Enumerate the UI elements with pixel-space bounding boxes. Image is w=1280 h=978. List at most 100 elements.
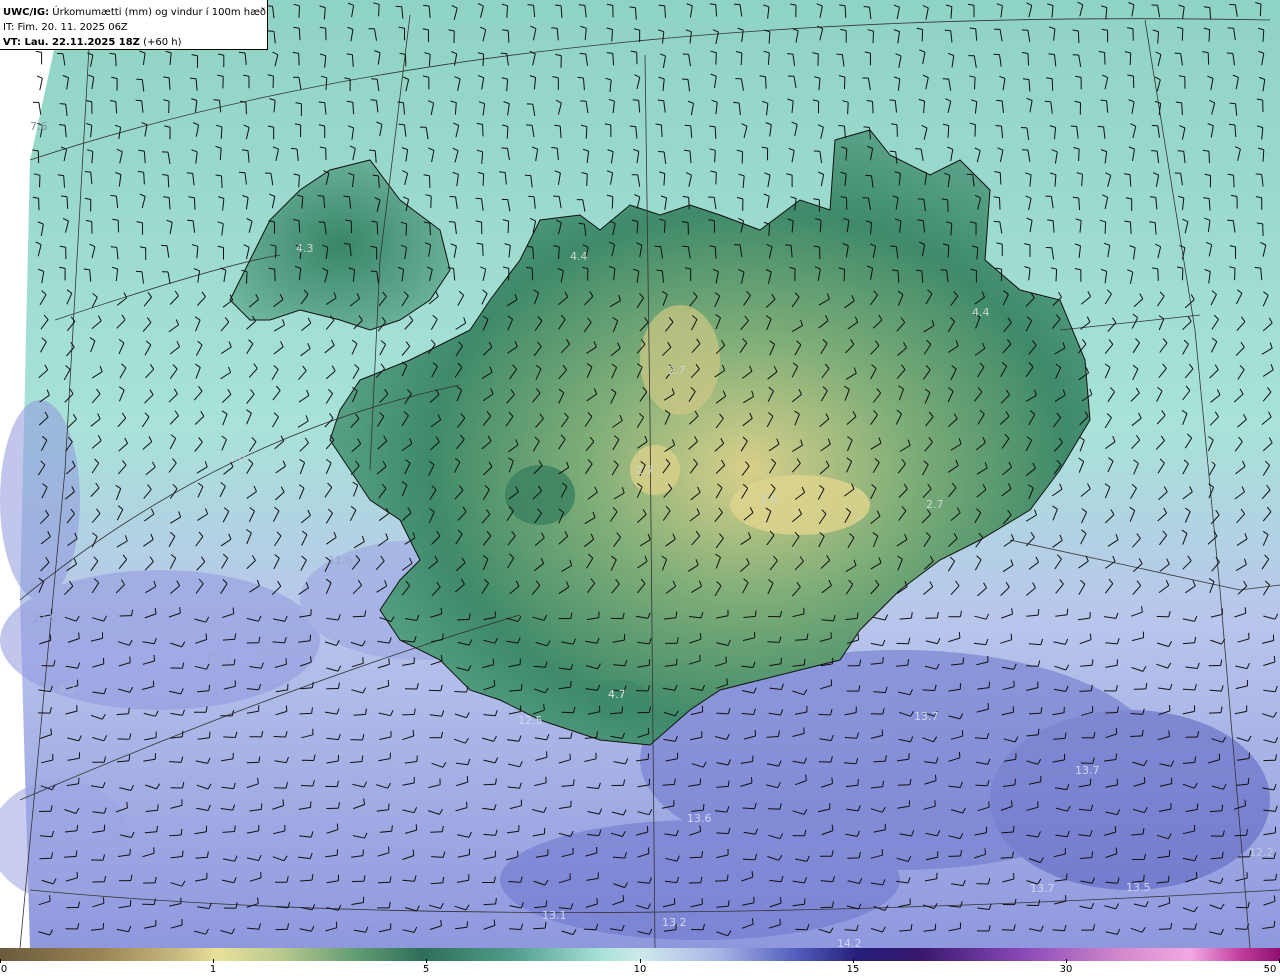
wind-barb-feather	[241, 149, 249, 152]
wind-barb-feather	[804, 898, 806, 905]
wind-barb-feather	[318, 101, 325, 104]
wind-barb-feather	[1255, 173, 1262, 175]
wind-barb-feather	[290, 147, 298, 150]
wind-barb-feather	[890, 245, 897, 247]
wind-barb-feather	[1066, 873, 1068, 880]
wind-barb-feather	[267, 30, 275, 32]
weather-map: 7.6 4.3 4.4 4.4 2.7 2.7 3.0 2.7 5.0 11.6…	[0, 0, 1280, 978]
wind-barb-feather	[369, 149, 376, 152]
wind-barb-shaft	[298, 28, 301, 41]
map-value-label: 13.7	[1030, 882, 1055, 895]
wind-barb-feather	[907, 659, 910, 666]
colorbar-tick-mark	[853, 959, 854, 963]
wind-barb-feather	[911, 612, 913, 619]
wind-barb-feather	[447, 267, 454, 269]
wind-barb-shaft	[507, 30, 510, 43]
wind-barb-feather	[391, 825, 393, 832]
wind-barb-feather	[838, 124, 845, 127]
wind-barb-feather	[156, 825, 158, 832]
wind-barb-feather	[186, 172, 193, 174]
wind-barb-feather	[578, 4, 585, 6]
wind-barb-shaft	[947, 245, 950, 258]
wind-barb-feather	[213, 99, 220, 101]
wind-barb-feather	[1100, 99, 1107, 102]
wind-barb-feather	[787, 53, 794, 55]
wind-barb-shaft	[1233, 175, 1235, 188]
wind-barb-shaft	[193, 197, 196, 210]
wind-barb-feather	[76, 824, 79, 831]
wind-barb-feather	[1254, 266, 1261, 269]
map-value-label: 4.4	[570, 250, 588, 263]
wind-barb-shaft	[1181, 102, 1183, 115]
wind-barb-shaft	[273, 736, 286, 738]
wind-barb-feather	[569, 873, 571, 880]
wind-barb-feather	[343, 243, 350, 245]
wind-barb-feather	[209, 731, 211, 738]
wind-barb-shaft	[1051, 78, 1054, 91]
map-value-label: 2.7	[668, 364, 686, 377]
wind-barb-shaft	[378, 4, 380, 17]
map-value-label: 12.1	[206, 652, 231, 665]
wind-barb-feather	[336, 849, 339, 856]
wind-barb-feather	[1070, 125, 1077, 127]
wind-barb-feather	[1221, 804, 1224, 811]
wind-barb-feather	[78, 632, 80, 639]
wind-barb-shaft	[1130, 735, 1143, 737]
wind-barb-feather	[388, 803, 390, 810]
wind-barb-feather	[569, 753, 571, 760]
map-value-label: 12.5	[32, 612, 57, 625]
wind-barb-feather	[656, 269, 663, 272]
wind-barb-feather	[466, 921, 468, 928]
wind-barb-feather	[76, 871, 78, 878]
wind-barb-feather	[596, 731, 598, 738]
wind-barb-feather	[785, 244, 792, 246]
wind-barb-shaft	[39, 857, 52, 860]
wind-barb-shaft	[143, 172, 145, 185]
wind-barb-feather	[110, 246, 117, 248]
map-value-label: 13.5	[1126, 881, 1151, 894]
wind-barb-shaft	[897, 784, 910, 786]
product-code: UWC/IG:	[3, 7, 50, 18]
valid-time: VT: Lau. 22.11.2025 18Z	[3, 37, 140, 48]
wind-barb-feather	[1218, 753, 1221, 760]
wind-barb-shaft	[765, 76, 767, 89]
wind-barb-feather	[84, 171, 91, 173]
wind-barb-feather	[578, 222, 585, 225]
wind-barb-feather	[699, 654, 701, 661]
map-value-label: 13.1	[542, 909, 567, 922]
wind-barb-shaft	[1208, 151, 1210, 164]
wind-barb-feather	[984, 848, 987, 855]
wind-barb-feather	[889, 150, 896, 153]
wind-barb-feather	[1143, 776, 1146, 783]
wind-barb-feather	[361, 755, 364, 762]
wind-barb-feather	[1244, 799, 1246, 806]
wind-barb-feather	[49, 895, 51, 902]
map-value-label: 3.0	[760, 493, 778, 506]
wind-barb-shaft	[221, 175, 223, 188]
wind-barb-shaft	[1182, 928, 1196, 930]
wind-barb-feather	[493, 680, 496, 687]
wind-barb-shaft	[506, 126, 509, 139]
wind-barb-shaft	[1104, 221, 1107, 234]
map-value-label: 4.3	[296, 242, 314, 255]
wind-barb-shaft	[1078, 148, 1080, 162]
colorbar: 0 1 5 10 15 30 50	[0, 948, 1280, 978]
wind-barb-feather	[1037, 609, 1040, 616]
wind-barb-feather	[285, 705, 288, 712]
wind-barb-feather	[440, 607, 443, 614]
wind-barb-feather	[779, 897, 782, 904]
wind-barb-shaft	[689, 856, 702, 859]
wind-barb-shaft	[1156, 615, 1169, 618]
init-time: IT: Fim. 20. 11. 2025 06Z	[3, 22, 128, 33]
wind-barb-feather	[1142, 828, 1145, 835]
wind-barb-feather	[629, 125, 636, 128]
wind-barb-feather	[543, 704, 545, 711]
wind-barb-shaft	[636, 221, 639, 234]
wind-barb-feather	[448, 221, 455, 223]
wind-barb-shaft	[872, 101, 874, 114]
wind-barb-feather	[1047, 219, 1054, 222]
wind-barb-feather	[475, 197, 482, 200]
wind-barb-shaft	[844, 737, 857, 739]
wind-barb-feather	[969, 27, 976, 30]
wind-barb-feather	[1244, 607, 1247, 614]
